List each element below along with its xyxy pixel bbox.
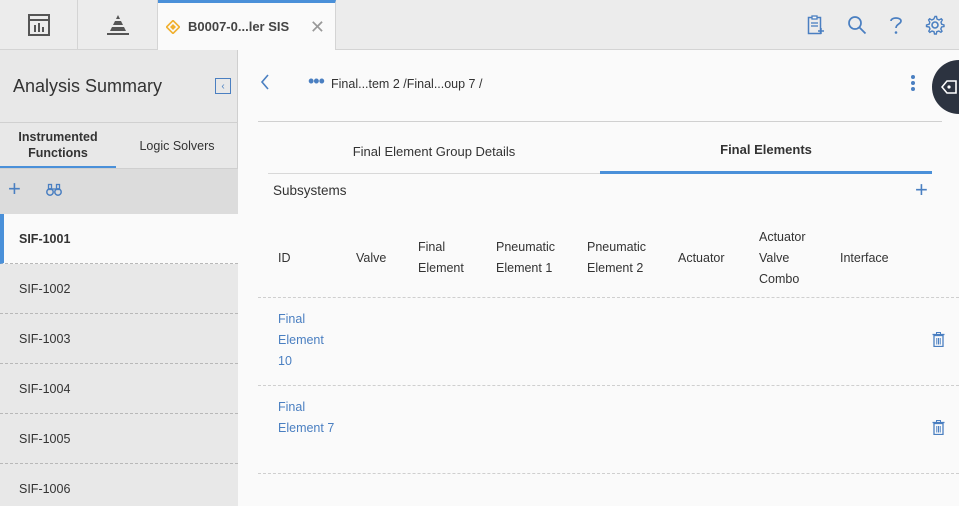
more-options-button[interactable] (910, 74, 916, 95)
main-panel: ••• Final...tem 2 /Final...oup 7 / Final… (238, 50, 959, 506)
report-icon (27, 13, 50, 36)
subsystem-id-link[interactable]: Final Element 7 (278, 397, 338, 439)
diamond-icon (166, 19, 180, 34)
chevron-left-icon: ‹ (221, 80, 225, 92)
collapse-panel-button[interactable]: ‹ (215, 78, 231, 94)
back-button[interactable] (260, 74, 270, 93)
list-item[interactable]: SIF-1003 (0, 314, 238, 364)
list-item[interactable]: SIF-1002 (0, 264, 238, 314)
column-header[interactable]: Actuator (678, 218, 748, 298)
table-header: ID Valve Final Element Pneumatic Element… (258, 218, 959, 298)
add-icon[interactable]: + (8, 178, 21, 200)
help-button[interactable] (889, 15, 903, 35)
main-tabs: Final Element Group Details Final Elemen… (268, 128, 932, 174)
column-header[interactable]: ID (278, 218, 348, 298)
list-item[interactable]: SIF-1005 (0, 414, 238, 464)
section-title: Subsystems (273, 183, 347, 198)
tab-final-element-group-details[interactable]: Final Element Group Details (268, 128, 600, 174)
list-item[interactable]: SIF-1004 (0, 364, 238, 414)
clipboard-add-button[interactable] (807, 15, 825, 35)
left-toolbar: + (0, 168, 238, 214)
delete-row-button[interactable] (932, 420, 945, 438)
table-row: Final Element 10 (258, 298, 959, 386)
settings-button[interactable] (925, 15, 945, 35)
tab-instrumented-functions[interactable]: Instrumented Functions (0, 123, 116, 169)
table-row: Final Element 7 (258, 386, 959, 474)
clipboard-icon (807, 15, 824, 35)
divider (258, 121, 942, 122)
sif-list: SIF-1001 SIF-1002 SIF-1003 SIF-1004 SIF-… (0, 214, 238, 506)
pyramid-icon (106, 14, 129, 35)
tab-logic-solvers[interactable]: Logic Solvers (116, 123, 238, 169)
list-item[interactable]: SIF-1006 (0, 464, 238, 506)
tab-sis-analysis[interactable]: B0007-0...ler SIS ✕ (158, 0, 336, 50)
breadcrumb[interactable]: Final...tem 2 /Final...oup 7 / (331, 77, 482, 91)
pyramid-button[interactable] (78, 0, 158, 49)
trash-icon (932, 332, 945, 348)
add-subsystem-icon[interactable]: + (915, 179, 928, 201)
tab-label: B0007-0...ler SIS (188, 19, 290, 34)
top-bar: B0007-0...ler SIS ✕ (0, 0, 959, 50)
column-header[interactable]: Valve (356, 218, 412, 298)
subsystem-id-link[interactable]: Final Element 10 (278, 309, 338, 372)
dashboard-button[interactable] (0, 0, 78, 49)
gear-icon (925, 15, 945, 35)
search-icon (848, 16, 867, 35)
delete-row-button[interactable] (932, 332, 945, 350)
top-right-actions (807, 0, 945, 50)
side-panel-toggle[interactable] (932, 60, 959, 114)
close-tab-icon[interactable]: ✕ (310, 18, 325, 36)
search-button[interactable] (847, 15, 867, 35)
tab-final-elements[interactable]: Final Elements (600, 128, 932, 174)
column-header[interactable]: Interface (840, 218, 910, 298)
binoculars-icon[interactable] (46, 183, 62, 200)
breadcrumb-more-icon[interactable]: ••• (308, 72, 325, 90)
column-header[interactable]: Final Element (418, 218, 478, 298)
kebab-icon (911, 75, 915, 91)
chevron-left-icon (260, 74, 269, 90)
left-subtabs: Instrumented Functions Logic Solvers (0, 122, 238, 169)
panel-title: Analysis Summary (13, 76, 163, 96)
left-panel: Analysis Summary ‹ Instrumented Function… (0, 50, 238, 506)
help-icon (890, 17, 902, 34)
column-header[interactable]: Actuator Valve Combo (759, 218, 827, 298)
tag-icon (941, 80, 957, 94)
list-item[interactable]: SIF-1001 (0, 214, 238, 264)
column-header[interactable]: Pneumatic Element 2 (587, 218, 671, 298)
column-header[interactable]: Pneumatic Element 1 (496, 218, 580, 298)
trash-icon (932, 420, 945, 436)
